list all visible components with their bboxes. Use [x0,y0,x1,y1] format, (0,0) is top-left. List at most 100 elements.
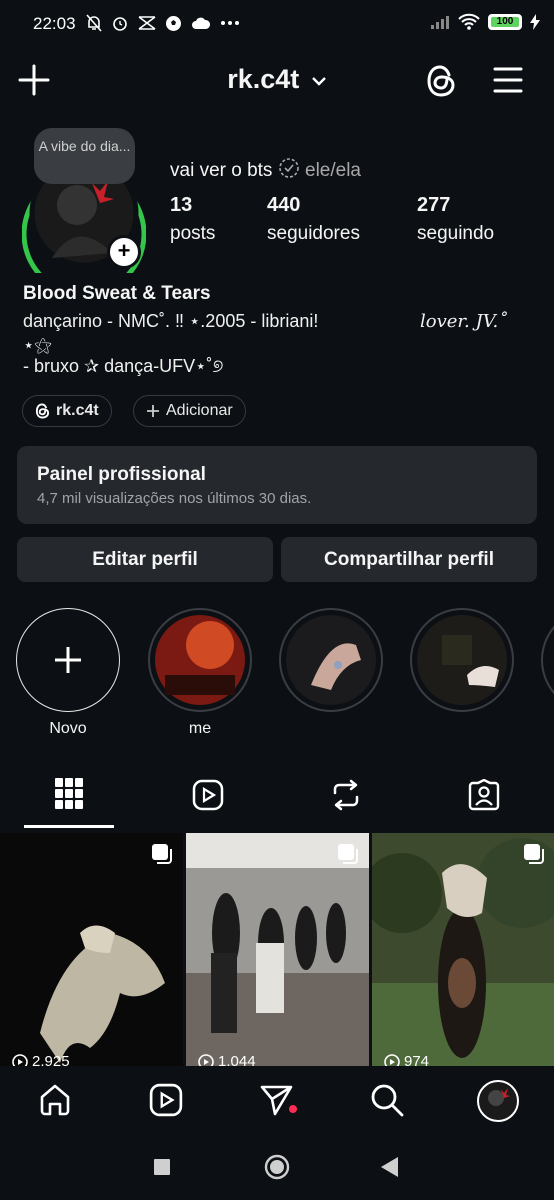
battery-level: 100 [496,15,514,27]
status-system-icons: 100 [430,13,540,30]
avatar [477,1080,519,1122]
stat-label: posts [170,223,216,244]
cloud-icon [192,17,211,29]
view-count-value: 1.044 [218,1053,256,1066]
bio-line-1-right: lover. JV.˚ [420,311,508,332]
highlight-cover [279,608,383,712]
highlight-image [417,615,507,705]
stat-followers[interactable]: 440 seguidores [267,194,360,245]
chevron-down-icon [311,77,326,86]
post-thumbnail [0,833,183,1066]
highlight-item[interactable] [279,608,383,720]
tab-tagged[interactable] [468,779,500,811]
battery-icon: 100 [488,13,522,30]
hamburger-menu-icon [493,67,523,93]
square-icon [154,1159,170,1175]
post-thumbnail [372,833,554,1066]
edit-profile-button[interactable]: Editar perfil [17,537,273,582]
repost-icon [333,779,359,811]
highlight-label: Novo [49,720,87,737]
threads-chip-label: rk.c4t [56,402,99,419]
highlight-me[interactable]: me [148,608,252,738]
highlight-item-partial[interactable] [541,608,554,712]
highlight-image [286,615,376,705]
tab-reposts[interactable] [331,779,361,811]
grid-post[interactable]: 1.044 [186,833,369,1066]
bio-line-2: ⋆⚝ [23,335,52,355]
recent-apps-button[interactable] [154,1159,170,1175]
plus-icon [55,647,81,673]
status-time: 22:03 [33,14,76,33]
send-icon [260,1085,297,1116]
threads-icon [35,403,50,419]
tagged-person-icon [468,779,500,811]
football-icon [166,15,181,31]
nav-profile[interactable] [477,1080,519,1122]
profile-name-line: vai ver o bts ele/ela [170,157,361,182]
status-bar: 22:03 100 [0,0,554,50]
dashed-circle-check-icon [278,158,299,178]
mute-bell-icon [86,14,102,32]
display-name: vai ver o bts [170,160,273,181]
menu-button[interactable] [493,66,523,94]
note-bubble[interactable]: A vibe do dia... [34,128,135,184]
plus-icon [147,405,159,417]
account-switcher[interactable]: rk.c4t [0,64,554,95]
panel-title: Painel profissional [37,464,206,485]
stat-posts[interactable]: 13 posts [170,194,215,245]
system-navigation-bar [0,1140,554,1200]
username-title: rk.c4t [227,64,300,94]
highlight-item[interactable] [410,608,514,720]
highlight-label: me [188,720,212,737]
play-icon [384,1053,400,1066]
highlight-cover [148,608,252,712]
bio-line-3: - bruxo ✰ dança-UFV⋆˚୭ [23,356,224,376]
professional-dashboard[interactable]: Painel profissional 4,7 mil visualizaçõe… [17,446,537,524]
view-count: 1.044 [198,1053,256,1066]
add-story-badge[interactable]: + [107,235,141,269]
more-dots-icon [221,21,239,25]
nav-reels[interactable] [149,1083,183,1117]
nav-direct[interactable] [259,1083,299,1117]
post-thumbnail [186,833,369,1066]
panel-subtitle: 4,7 mil visualizações nos últimos 30 dia… [37,490,312,507]
reels-icon [192,779,224,811]
add-link-chip[interactable]: Adicionar [133,395,246,427]
stat-value: 13 [170,194,193,216]
home-system-button[interactable] [264,1154,290,1180]
view-count-value: 2.925 [32,1053,70,1066]
grid-post[interactable]: 974 [372,833,554,1066]
highlight-new[interactable]: Novo [16,608,120,738]
back-triangle-icon [381,1157,398,1177]
note-text: A vibe do dia... [38,138,131,154]
capcut-icon [138,16,156,30]
tab-posts-grid[interactable] [55,778,83,810]
grid-post[interactable]: 2.925 [0,833,183,1066]
reels-icon [149,1083,183,1117]
carousel-icon [152,844,172,864]
view-count: 974 [384,1053,429,1066]
stat-label: seguidores [267,223,360,244]
highlight-cover [410,608,514,712]
nav-home[interactable] [38,1083,72,1117]
home-icon [40,1084,70,1116]
bottom-navigation [0,1066,554,1136]
threads-chip[interactable]: rk.c4t [22,395,112,427]
search-icon [371,1084,404,1117]
threads-button[interactable] [425,64,457,98]
signal-icon [431,15,449,29]
stat-following[interactable]: 277 seguindo [417,194,494,245]
stat-label: seguindo [417,223,495,244]
share-profile-button[interactable]: Compartilhar perfil [281,537,537,582]
stat-value: 277 [417,194,451,216]
back-button[interactable] [381,1157,399,1177]
new-highlight-circle [16,608,120,712]
bio-line-1: dançarino - NMC˚. ‼ ⋆.2005 - libriani! [23,311,319,331]
active-tab-indicator [24,825,114,828]
play-icon [12,1053,28,1066]
nav-search[interactable] [370,1083,404,1117]
tab-reels[interactable] [192,779,224,811]
carousel-icon [524,844,544,864]
stat-value: 440 [267,194,301,216]
charging-icon [530,13,540,30]
